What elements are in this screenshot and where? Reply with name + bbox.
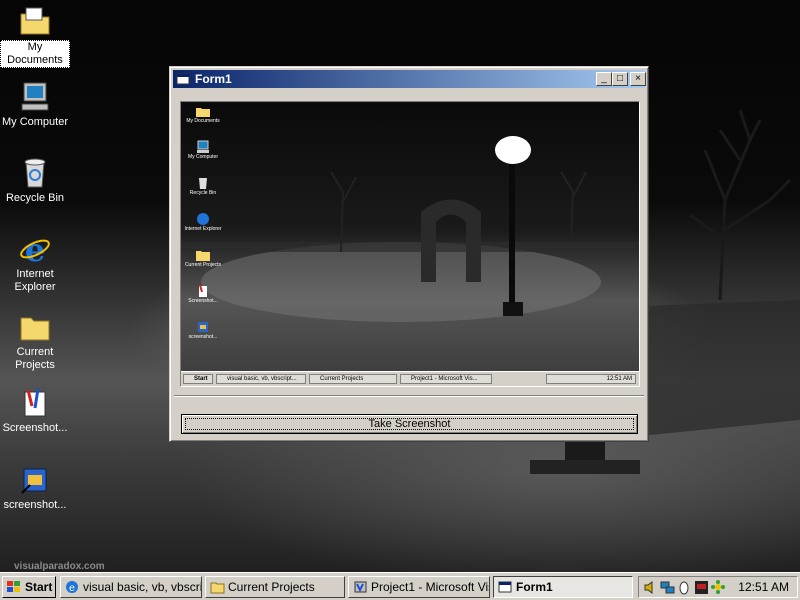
paint-shortcut-icon — [24, 388, 46, 417]
desktop-icon-label: screenshot... — [3, 499, 67, 511]
internet-explorer-icon: e — [20, 232, 50, 266]
taskbar-item-project1[interactable]: Project1 - Microsoft Vis... — [348, 576, 490, 598]
captured-icon-screenshot-paint: Screenshot... — [183, 284, 223, 304]
desktop-icon-label: Recycle Bin — [5, 192, 65, 204]
vb-icon — [354, 581, 367, 593]
desktop-icon-label: My Documents — [0, 40, 70, 68]
computer-icon — [21, 82, 49, 111]
vb-project-icon — [198, 322, 208, 332]
captured-icon-my-documents: My Documents — [183, 104, 223, 124]
captured-wallpaper — [181, 102, 639, 386]
desktop-icon-label: Current Projects — [15, 346, 55, 371]
take-screenshot-button[interactable]: Take Screenshot — [181, 414, 638, 434]
folder-icon — [196, 251, 210, 261]
window-title: Form1 — [195, 72, 232, 86]
mouse-icon[interactable] — [677, 580, 692, 595]
internet-explorer-icon — [197, 213, 209, 225]
separator — [174, 395, 644, 397]
desktop-icon-internet-explorer[interactable]: e Internet Explorer — [0, 232, 70, 294]
captured-taskbar: Start visual basic, vb, vbscript... Curr… — [181, 371, 639, 386]
captured-icon-recycle-bin: Recycle Bin — [183, 176, 223, 196]
close-button[interactable]: × — [630, 72, 646, 86]
desktop-icon-label: My Computer — [1, 116, 69, 128]
captured-taskbar-item: Current Projects — [309, 374, 397, 384]
captured-icon-label: screenshot... — [188, 334, 218, 340]
form-icon — [176, 73, 190, 85]
take-screenshot-label: Take Screenshot — [368, 418, 451, 430]
taskbar-item-form1[interactable]: Form1 — [493, 576, 633, 598]
desktop-icon-screenshot-project[interactable]: screenshot... — [0, 463, 70, 512]
captured-icon-label: Recycle Bin — [189, 190, 217, 196]
vb-project-icon — [21, 468, 47, 494]
captured-icon-internet-explorer: Internet Explorer — [183, 212, 223, 232]
captured-taskbar-item: visual basic, vb, vbscript... — [216, 374, 306, 384]
computer-icon — [197, 140, 209, 153]
taskbar-item-label: visual basic, vb, vbscri... — [83, 580, 202, 594]
start-label: Start — [25, 580, 53, 594]
captured-icon-my-computer: My Computer — [183, 140, 223, 160]
captured-icon-screenshot-project: screenshot... — [183, 320, 223, 340]
form1-window[interactable]: Form1 _ □ × My Documents My Computer Rec… — [169, 66, 649, 442]
folder-documents-icon — [196, 108, 210, 117]
captured-icon-current-projects: Current Projects — [183, 248, 223, 268]
desktop-icon-screenshot-paint[interactable]: Screenshot... — [0, 386, 70, 435]
clock[interactable]: 12:51 AM — [738, 580, 789, 594]
desktop-icon-label: Internet Explorer — [14, 268, 56, 293]
folder-documents-icon — [20, 7, 50, 35]
taskbar-item-current-projects[interactable]: Current Projects — [205, 576, 345, 598]
taskbar-item-browser[interactable]: e visual basic, vb, vbscri... — [60, 576, 202, 598]
system-tray: 12:51 AM — [638, 576, 798, 598]
taskbar-item-label: Current Projects — [228, 580, 315, 594]
internet-explorer-icon: e — [66, 581, 78, 594]
captured-start-button: Start — [183, 374, 213, 384]
wallpaper-watermark: visualparadox.com — [14, 561, 105, 572]
svg-text:e: e — [25, 232, 45, 266]
captured-icon-label: Current Projects — [184, 262, 222, 268]
desktop-icon-label: Screenshot... — [2, 422, 68, 434]
windows-logo-icon — [7, 581, 20, 592]
speaker-icon[interactable] — [643, 580, 658, 595]
form-icon — [498, 581, 512, 593]
captured-icon-label: My Computer — [187, 154, 218, 160]
pdf-icon[interactable] — [694, 580, 709, 595]
recycle-bin-icon — [199, 178, 207, 189]
taskbar-item-label: Form1 — [516, 580, 553, 594]
folder-icon — [20, 317, 50, 341]
desktop-icon-my-documents[interactable]: My Documents — [0, 4, 70, 68]
captured-icon-label: Internet Explorer — [184, 226, 222, 232]
desktop: My Documents My Computer Recycle Bin e I… — [0, 0, 800, 572]
captured-taskbar-item: Project1 - Microsoft Vis... — [400, 374, 492, 384]
captured-icon-label: Screenshot... — [188, 298, 218, 304]
maximize-button[interactable]: □ — [612, 72, 628, 86]
network-icon[interactable] — [660, 580, 675, 595]
svg-text:e: e — [69, 583, 75, 594]
window-titlebar[interactable]: Form1 _ □ × — [173, 70, 646, 88]
start-button[interactable]: Start — [2, 576, 56, 598]
captured-icon-label: My Documents — [186, 118, 220, 124]
flower-icon[interactable] — [711, 580, 726, 595]
recycle-bin-icon — [24, 158, 46, 188]
paint-shortcut-icon — [199, 284, 207, 297]
captured-clock: 12:51 AM — [546, 374, 636, 384]
desktop-icon-recycle-bin[interactable]: Recycle Bin — [0, 156, 70, 205]
desktop-icon-my-computer[interactable]: My Computer — [0, 80, 70, 129]
taskbar-item-label: Project1 - Microsoft Vis... — [371, 580, 489, 594]
desktop-icon-current-projects[interactable]: Current Projects — [0, 310, 70, 372]
folder-icon — [210, 582, 225, 594]
screenshot-picturebox: My Documents My Computer Recycle Bin Int… — [180, 101, 640, 387]
minimize-button[interactable]: _ — [596, 72, 612, 86]
taskbar: Start e visual basic, vb, vbscri... Curr… — [0, 572, 800, 600]
